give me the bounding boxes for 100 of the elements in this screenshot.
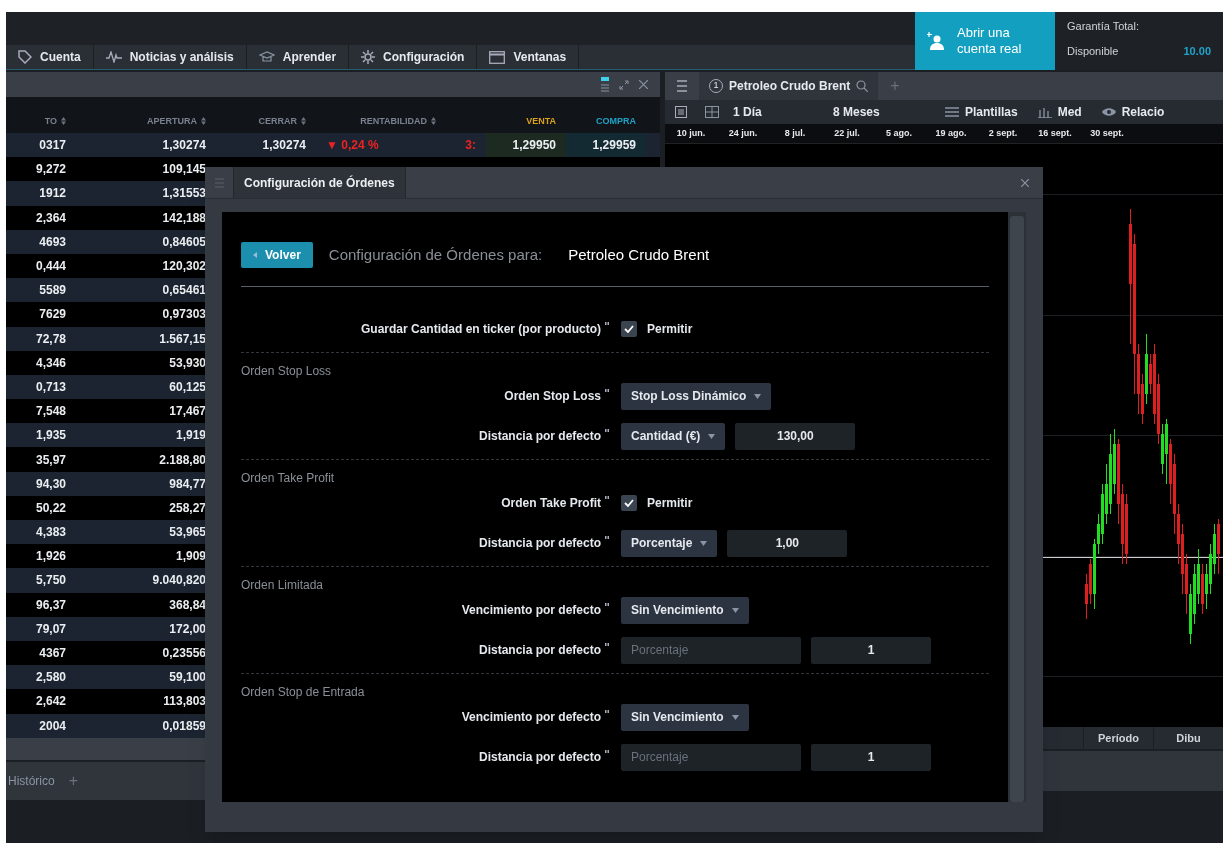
table-cell-text: 2004 [39,717,66,735]
setting-label: Orden Take Profit [501,495,601,512]
setting-label: Distancia por defecto [478,749,601,766]
table-cell-text: 1912 [39,185,66,203]
account-value: 10.00 [1183,43,1211,59]
table-cell-text: 53,965 [169,524,206,542]
column-header[interactable]: VENTA [526,114,556,128]
table-cell-text: 1,30274 [162,137,206,155]
table-cell-text: 59,100 [169,669,206,687]
axis-label: 24 jun. [727,126,759,140]
column-header[interactable]: COMPRA [596,114,636,128]
nav-tab[interactable]: Configuración [349,45,478,69]
table-cell-text: 113,803 [163,693,206,711]
section-title: Orden Limitada [241,578,324,592]
column-header[interactable]: APERTURA [147,114,197,128]
interval-dropdown[interactable]: 1 Día [727,103,827,121]
dropdown[interactable]: Cantidad (€) [621,422,726,450]
table-cell-text: 96,37 [35,596,66,614]
amount-field[interactable]: 1,00 [727,529,848,557]
table-cell-text: 0317 [39,137,66,155]
caret-icon [731,714,739,720]
table-cell-text: 79,07 [35,620,66,638]
chart-footer-button[interactable]: Dibu [1153,727,1223,749]
table-cell-text: 120,302 [162,258,206,276]
list-icon[interactable] [675,106,687,118]
table-cell-text: 0,713 [35,378,66,396]
list-icon[interactable] [601,76,609,93]
nav-tab[interactable]: Noticias y análisis [93,45,247,69]
dropdown[interactable]: Sin Vencimiento [621,596,749,624]
info-icon [605,710,609,715]
nav-tab[interactable]: Aprender [246,45,350,69]
table-cell-text: 142,188 [162,209,206,227]
sort-icon [301,117,306,126]
nav-tab[interactable]: Ventanas [477,45,580,69]
table-cell-text: 2,642 [35,693,66,711]
table-cell-text: 1.567,15 [159,330,206,348]
setting-label: Distancia por defecto [478,642,601,659]
axis-label: 2 sept. [987,126,1019,140]
table-cell-text: ▼ 0,24 % [326,137,379,155]
axis-label: 30 sept. [1089,126,1125,140]
caret-icon [731,607,739,613]
checkbox-label: Permitir [647,495,693,512]
range-dropdown[interactable]: 8 Meses [827,103,935,121]
sort-icon [431,117,436,126]
section-title: Orden Stop de Entrada [241,685,365,699]
nav-tab[interactable]: Cuenta [6,45,94,69]
dropdown[interactable]: Stop Loss Dinámico [621,382,772,410]
table-cell-text: 7629 [39,306,66,324]
graduation-cap-icon [258,51,275,63]
column-header[interactable]: RENTABILIDAD [360,114,427,128]
chart-footer-button[interactable]: Período [1083,727,1153,749]
sliders-icon [945,106,959,118]
window-icon [489,50,506,64]
tab[interactable]: Histórico [8,771,55,790]
chart-tab[interactable]: 1 Petroleo Crudo Brent [699,72,879,100]
setting-label: Guardar Cantidad en ticker (por producto) [360,321,601,338]
toolbar-button[interactable]: Plantillas [935,103,1028,121]
info-icon [605,496,609,501]
checkbox-label: Permitir [647,321,693,338]
dropdown[interactable]: Sin Vencimiento [621,703,749,731]
table-cell-text: 4693 [39,233,66,251]
setting-label: Distancia por defecto [478,535,601,552]
column-header[interactable]: TO [44,114,57,128]
table-cell-text: 172,00 [169,620,206,638]
dropdown[interactable]: Porcentaje [621,529,718,557]
disabled-field: Porcentaje [621,636,801,664]
table-cell-text: 1,30274 [262,137,306,155]
info-icon [605,643,609,648]
eye-icon [1101,107,1116,117]
checkbox[interactable] [621,495,637,511]
amount-field[interactable]: 130,00 [735,422,856,450]
table-cell-text: 0,84605 [162,233,206,251]
table-cell-text: 2,364 [35,209,66,227]
info-icon [605,322,609,327]
table-cell-text: 3: [465,137,476,155]
table-cell-text: 4367 [39,645,66,663]
table-cell-text: 1,29959 [592,137,636,155]
table-cell-text: 72,78 [35,330,66,348]
back-button[interactable]: Volver [241,242,313,268]
info-icon [605,429,609,434]
add-user-icon [927,31,945,51]
table-cell-text: 1,909 [175,548,206,566]
toolbar-button[interactable]: Med [1027,103,1092,121]
table-cell-text: 258,27 [169,499,206,517]
column-header[interactable]: CERRAR [258,114,297,128]
setting-label: Vencimiento por defecto [461,602,601,619]
close-icon[interactable] [639,80,648,89]
table-cell-text: 0,23556 [162,645,206,663]
layout-icon[interactable] [705,106,719,118]
info-icon [605,603,609,608]
close-icon[interactable] [1021,178,1029,187]
dialog-heading: Configuración de Órdenes para: [328,244,543,265]
expand-icon[interactable] [619,79,629,90]
caret-icon [700,540,708,546]
setting-label: Distancia por defecto [478,428,601,445]
toolbar-button[interactable]: Relacio [1091,103,1175,121]
checkbox[interactable] [621,321,637,337]
check-icon [624,325,634,333]
info-icon [605,750,609,755]
table-cell-text: 0,65461 [162,282,206,300]
